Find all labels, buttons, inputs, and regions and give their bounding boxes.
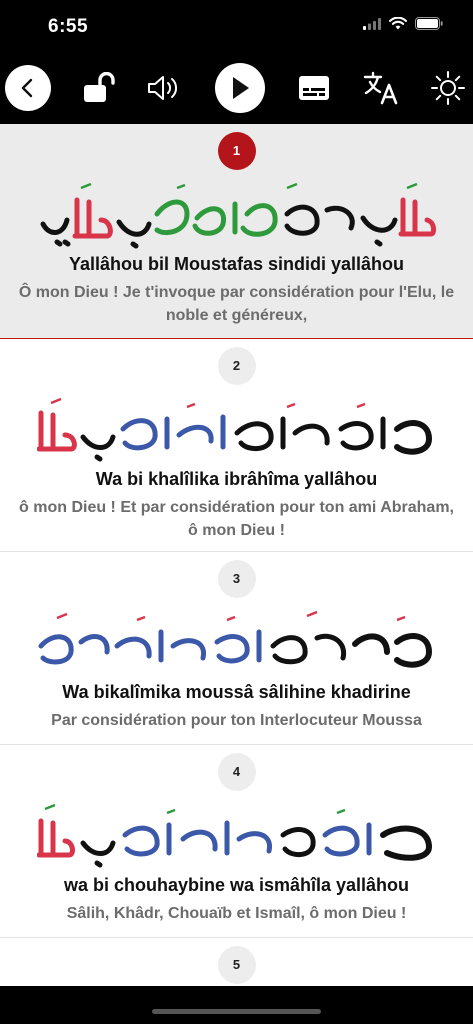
subtitles-icon xyxy=(299,76,329,100)
wifi-icon xyxy=(389,17,407,30)
verse-list[interactable]: 1 Yallâhou bil Moustafas sindidi yallâho… xyxy=(0,124,473,986)
verse-translation: Sâlih, Khâdr, Chouaïb et Ismaîl, ô mon D… xyxy=(66,905,407,922)
lock-button[interactable] xyxy=(75,65,121,111)
translate-button[interactable] xyxy=(358,65,404,111)
verse-transliteration: Wa bi khalîlika ibrâhîma yallâhou xyxy=(95,469,378,489)
back-icon xyxy=(21,78,33,98)
status-time: 6:55 xyxy=(48,16,89,37)
verse-item-3[interactable]: 3 Wa bikalîmika moussâ sâlihine khadirin… xyxy=(0,552,473,745)
arabic-calligraphy-image xyxy=(40,182,436,249)
verse-number-badge: 4 xyxy=(217,753,256,791)
arabic-calligraphy-image xyxy=(36,397,432,462)
battery-icon xyxy=(415,17,443,30)
verse-translation: Ô mon Dieu ! Je t'invoque par considérat… xyxy=(18,284,455,324)
verse-item-5[interactable]: 5 xyxy=(0,938,473,986)
arabic-calligraphy-image xyxy=(36,803,432,868)
verse-number-badge: 5 xyxy=(217,946,256,984)
arabic-calligraphy-image xyxy=(38,610,432,668)
verse-number-badge: 1 xyxy=(217,132,256,170)
verse-transliteration: wa bi chouhaybine wa ismâhîla yallâhou xyxy=(63,875,410,895)
back-button[interactable] xyxy=(5,65,51,111)
volume-button[interactable] xyxy=(142,65,188,111)
verse-translation: ô mon Dieu ! Et par considération pour t… xyxy=(19,499,454,539)
home-indicator[interactable] xyxy=(152,1009,321,1014)
translate-icon xyxy=(363,71,398,105)
bottom-bar xyxy=(0,986,473,1024)
verse-transliteration: Wa bikalîmika moussâ sâlihine khadirine xyxy=(62,682,411,702)
verse-number-badge: 2 xyxy=(217,347,256,385)
status-bar: 6:55 xyxy=(0,0,473,54)
status-icons xyxy=(363,17,443,30)
subtitles-button[interactable] xyxy=(291,65,337,111)
verse-number-badge: 3 xyxy=(217,560,256,598)
verse-item-1[interactable]: 1 Yallâhou bil Moustafas sindidi yallâho… xyxy=(0,124,473,339)
toolbar xyxy=(0,54,473,124)
verse-translation: Par considération pour ton Interlocuteur… xyxy=(51,712,422,729)
play-button[interactable] xyxy=(215,63,265,113)
brightness-icon xyxy=(431,71,465,105)
signal-icon xyxy=(363,17,381,30)
verse-item-4[interactable]: 4 wa bi chouhaybine wa ismâhîla yallâhou… xyxy=(0,745,473,938)
volume-icon xyxy=(148,76,178,100)
play-icon xyxy=(233,77,249,99)
unlock-icon xyxy=(84,72,115,102)
brightness-button[interactable] xyxy=(425,65,471,111)
verse-transliteration: Yallâhou bil Moustafas sindidi yallâhou xyxy=(68,254,405,274)
verse-item-2[interactable]: 2 Wa bi khalîlika ibrâhîma yallâhou ô mo… xyxy=(0,339,473,552)
